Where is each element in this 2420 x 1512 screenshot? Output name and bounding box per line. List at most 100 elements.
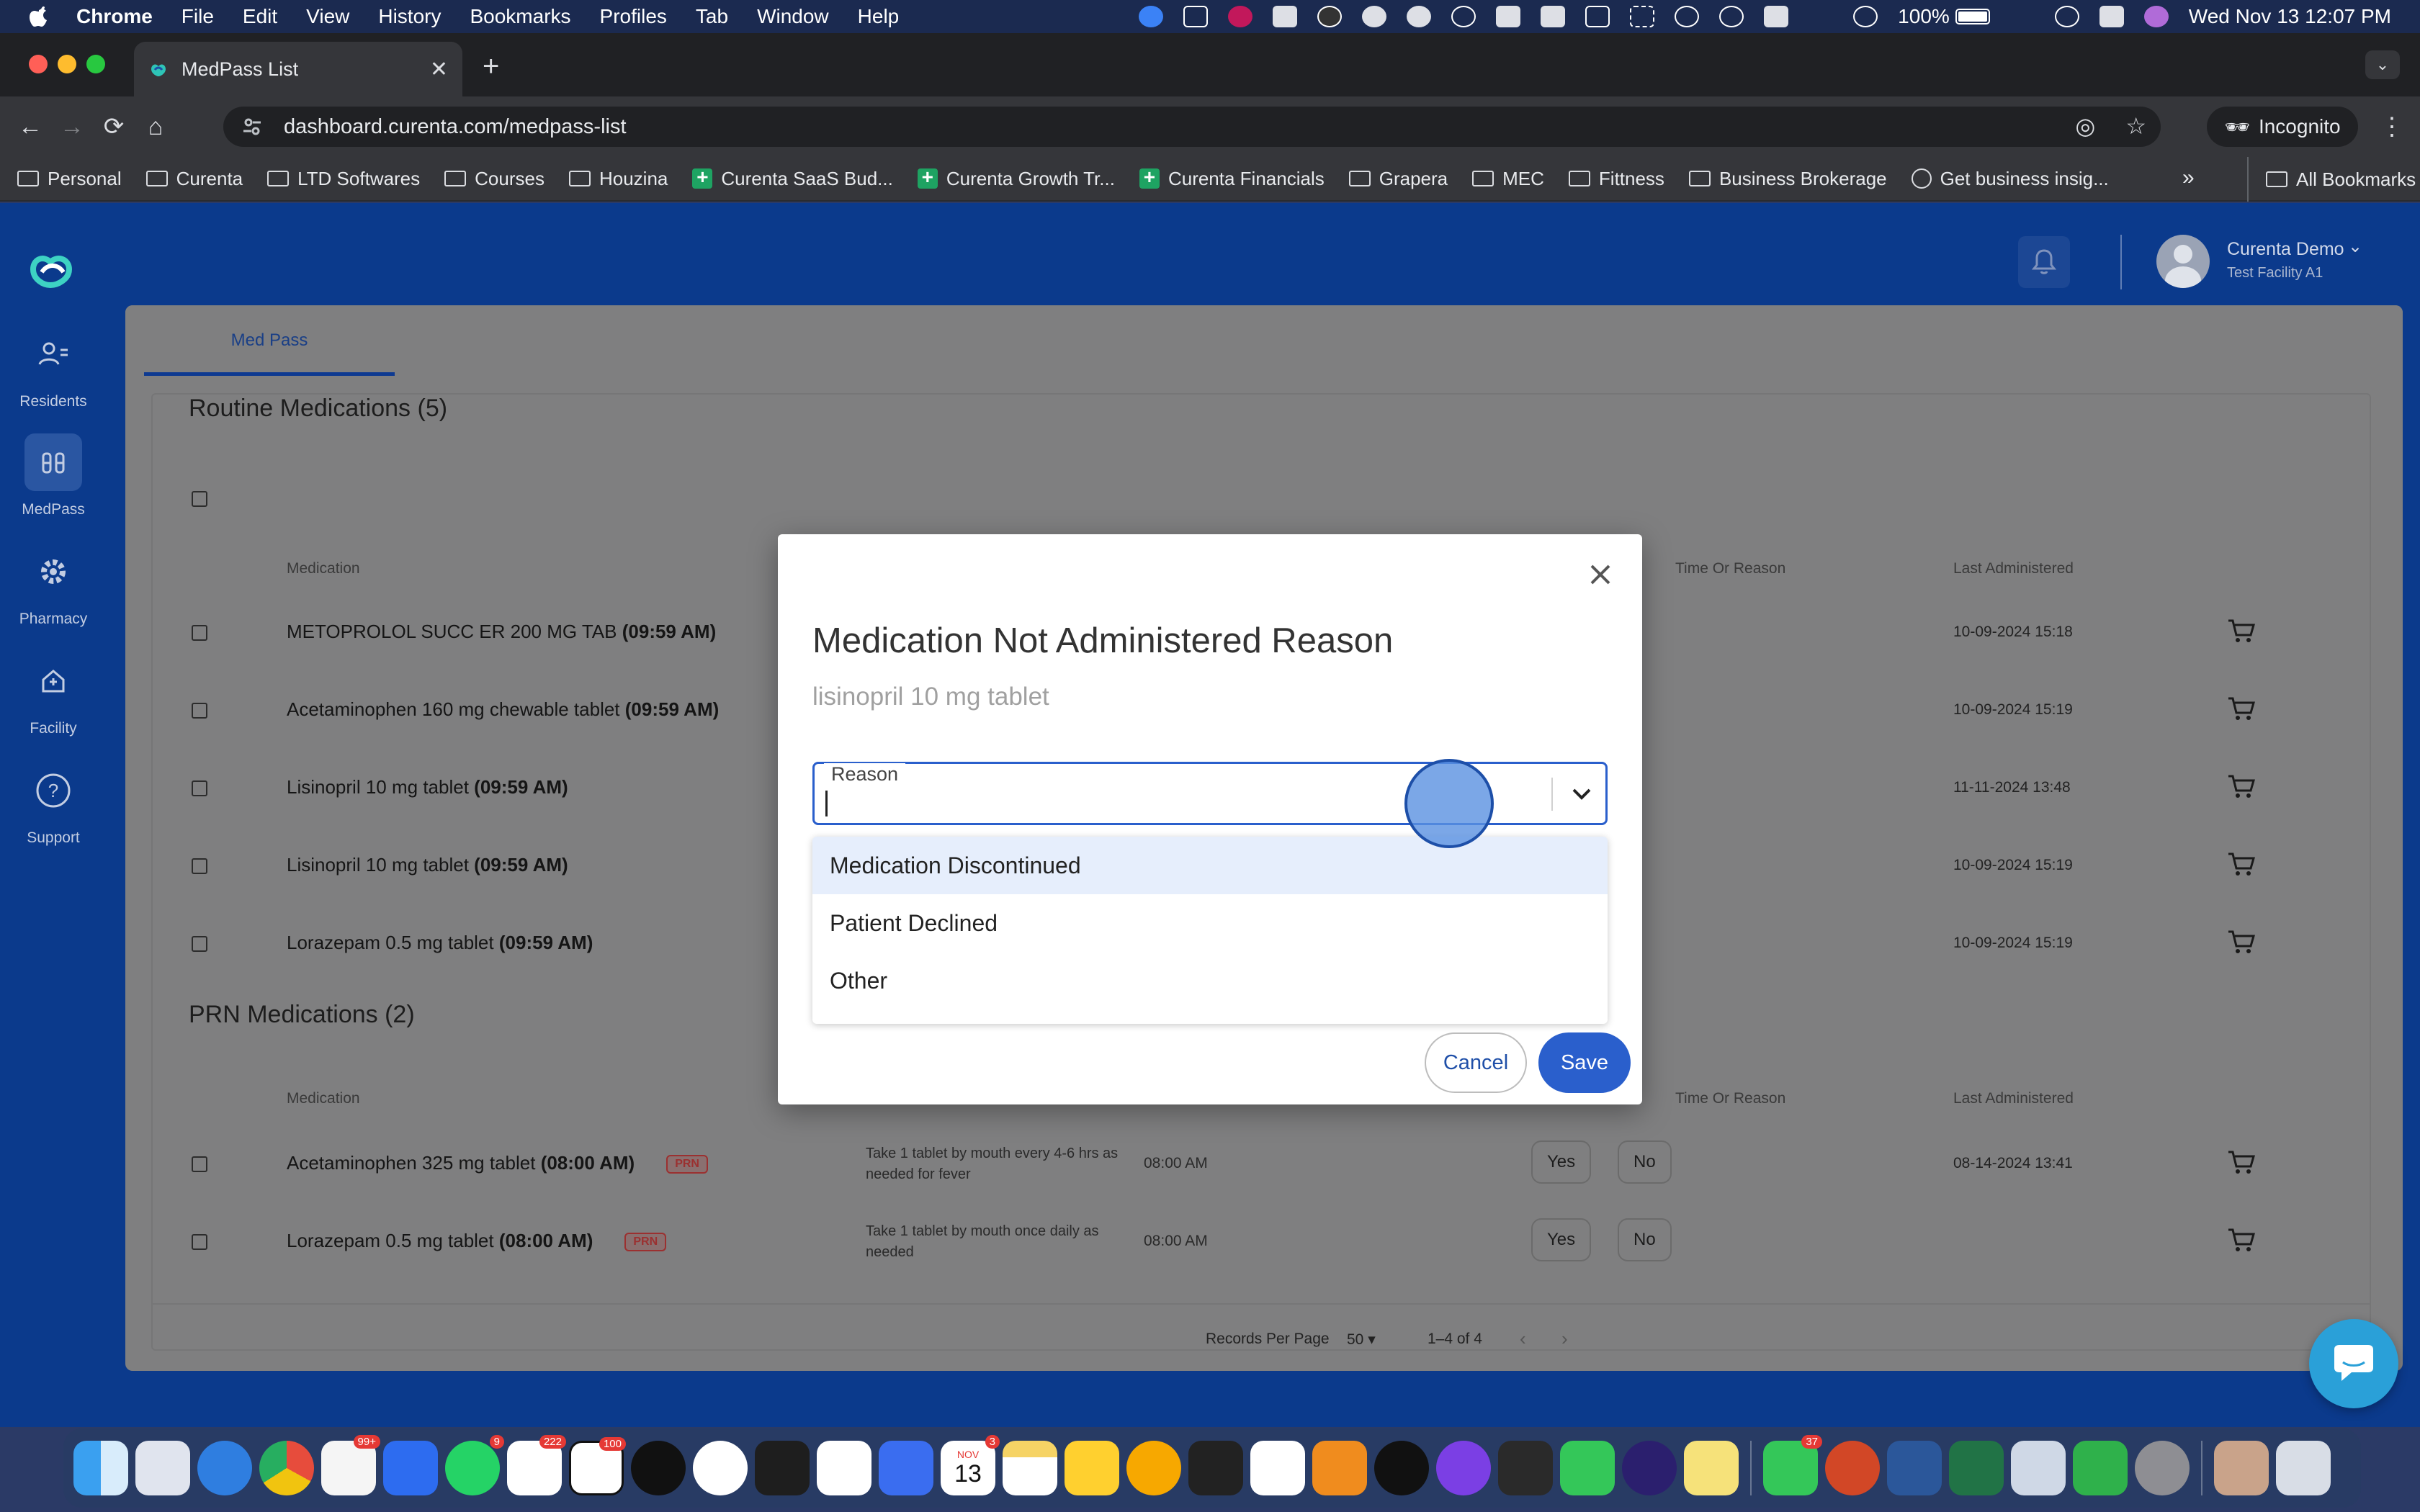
menu-bookmarks[interactable]: Bookmarks (470, 5, 570, 28)
preview-icon[interactable] (2011, 1441, 2066, 1495)
airdrop-status-icon[interactable] (1675, 6, 1700, 27)
cart-icon[interactable] (2227, 772, 2256, 801)
prev-page-icon[interactable]: ‹ (1520, 1328, 1526, 1350)
ghost-app-icon[interactable] (1498, 1441, 1553, 1495)
trash-icon[interactable] (2276, 1441, 2331, 1495)
bookmark-item[interactable]: Curenta SaaS Bud... (692, 166, 893, 190)
back-button[interactable]: ← (16, 112, 45, 141)
curenta-logo-icon[interactable] (26, 248, 79, 291)
menu-profiles[interactable]: Profiles (600, 5, 667, 28)
next-page-icon[interactable]: › (1561, 1328, 1568, 1350)
browser-tab-medpass[interactable]: MedPass List ✕ (134, 42, 462, 96)
chatgpt-icon[interactable] (693, 1441, 748, 1495)
forward-button[interactable]: → (58, 112, 86, 141)
menu-tab[interactable]: Tab (696, 5, 728, 28)
tab-med-pass[interactable]: Med Pass (144, 305, 395, 376)
bookmark-item[interactable]: LTD Softwares (267, 168, 420, 190)
yes-button[interactable]: Yes (1531, 1218, 1592, 1261)
dashed-status-icon[interactable] (1630, 6, 1655, 27)
finder-icon[interactable] (73, 1441, 128, 1495)
cart-icon[interactable] (2227, 927, 2256, 956)
mail-icon[interactable]: 99+ (321, 1435, 380, 1495)
records-per-page-select[interactable]: 50 ▾ (1347, 1331, 1376, 1349)
time-machine-icon[interactable] (1853, 6, 1878, 27)
cancel-button[interactable]: Cancel (1425, 1032, 1527, 1093)
site-info-icon[interactable] (238, 112, 266, 141)
bookmark-item[interactable]: MEC (1472, 168, 1544, 190)
notion-status-icon[interactable] (1496, 6, 1521, 27)
figma-status-icon[interactable] (1183, 6, 1209, 27)
slack-icon[interactable]: 222 (507, 1435, 566, 1495)
notes-icon[interactable] (1003, 1441, 1057, 1495)
home-button[interactable]: ⌂ (141, 112, 170, 141)
notion-icon[interactable]: 100 (569, 1437, 626, 1495)
bookmark-item[interactable]: Houzina (568, 168, 668, 190)
remote-app-icon[interactable] (1374, 1441, 1429, 1495)
bookmark-item[interactable]: Curenta Financials (1139, 166, 1325, 190)
wifi-icon[interactable] (2010, 6, 2035, 27)
siri-icon[interactable] (2143, 6, 2169, 27)
record-status-icon[interactable] (1228, 6, 1253, 27)
click-app-icon[interactable] (1436, 1441, 1491, 1495)
launchpad-icon[interactable] (135, 1441, 190, 1495)
eye-off-icon[interactable]: ◎ (2075, 112, 2095, 140)
menu-file[interactable]: File (182, 5, 214, 28)
menu-edit[interactable]: Edit (243, 5, 277, 28)
wm-app-icon[interactable] (631, 1441, 686, 1495)
drive-status-icon[interactable] (1541, 6, 1566, 27)
input-source-icon[interactable] (1764, 6, 1789, 27)
menu-view[interactable]: View (306, 5, 349, 28)
bookmark-item[interactable]: Fittness (1568, 168, 1664, 190)
chevron-down-icon[interactable] (1564, 778, 1599, 811)
close-icon[interactable] (1585, 559, 1616, 590)
select-all-checkbox[interactable] (192, 491, 207, 507)
bookmark-item[interactable]: Personal (17, 168, 122, 190)
window-zoom-button[interactable] (86, 55, 105, 73)
system-settings-icon[interactable] (2135, 1441, 2190, 1495)
control-center-icon[interactable] (2099, 6, 2124, 27)
user-avatar[interactable] (2156, 235, 2210, 288)
facetime-icon[interactable] (1560, 1441, 1615, 1495)
extension-status-icon[interactable] (1317, 6, 1343, 27)
bookmark-item[interactable]: Get business insig... (1911, 168, 2109, 190)
no-button[interactable]: No (1618, 1140, 1672, 1184)
chrome-icon[interactable] (259, 1441, 314, 1495)
row-checkbox[interactable] (192, 936, 207, 952)
row-checkbox[interactable] (192, 1234, 207, 1250)
cart-icon[interactable] (2227, 616, 2256, 645)
sync-status-icon[interactable] (1362, 6, 1387, 27)
wm-status-icon[interactable] (1407, 6, 1432, 27)
sidebar-item-residents[interactable]: Residents (0, 325, 107, 410)
menu-help[interactable]: Help (858, 5, 900, 28)
row-checkbox[interactable] (192, 1156, 207, 1172)
cart-icon[interactable] (2227, 1225, 2256, 1254)
safari-icon[interactable] (197, 1441, 252, 1495)
menu-app-name[interactable]: Chrome (76, 5, 153, 28)
zoom-icon[interactable] (383, 1441, 438, 1495)
tab-search-chevron-icon[interactable]: ⌄ (2365, 50, 2400, 79)
bookmark-star-icon[interactable]: ☆ (2125, 112, 2146, 140)
excel-icon[interactable] (1949, 1441, 2004, 1495)
battery-status[interactable]: 100% (1898, 5, 1990, 28)
all-bookmarks-button[interactable]: All Bookmarks (2247, 157, 2416, 202)
menu-window[interactable]: Window (757, 5, 829, 28)
cart-icon[interactable] (2227, 1148, 2256, 1176)
bookmark-item[interactable]: Curenta Growth Tr... (917, 166, 1115, 190)
bookmarks-overflow-icon[interactable]: » (2182, 166, 2195, 190)
bookmark-item[interactable]: Courses (444, 168, 544, 190)
window-minimize-button[interactable] (58, 55, 76, 73)
messages-icon[interactable]: 37 (1763, 1435, 1822, 1495)
reload-button[interactable]: ⟳ (99, 112, 128, 141)
menu-clock[interactable]: Wed Nov 13 12:07 PM (2189, 5, 2391, 28)
photo-thumbnail-icon[interactable] (2214, 1441, 2269, 1495)
books-icon[interactable] (1312, 1441, 1367, 1495)
notification-bell-icon[interactable] (2018, 236, 2070, 288)
user-menu-chevron-icon[interactable]: ⌄ (2348, 236, 2362, 257)
stickies-icon[interactable] (1684, 1441, 1739, 1495)
whatsapp-icon[interactable]: 9 (445, 1435, 504, 1495)
zoom-status-icon[interactable] (1139, 6, 1164, 27)
numbers-icon[interactable] (2073, 1441, 2128, 1495)
figma-icon[interactable] (755, 1441, 810, 1495)
row-checkbox[interactable] (192, 780, 207, 796)
circle-app-icon[interactable] (1622, 1441, 1677, 1495)
